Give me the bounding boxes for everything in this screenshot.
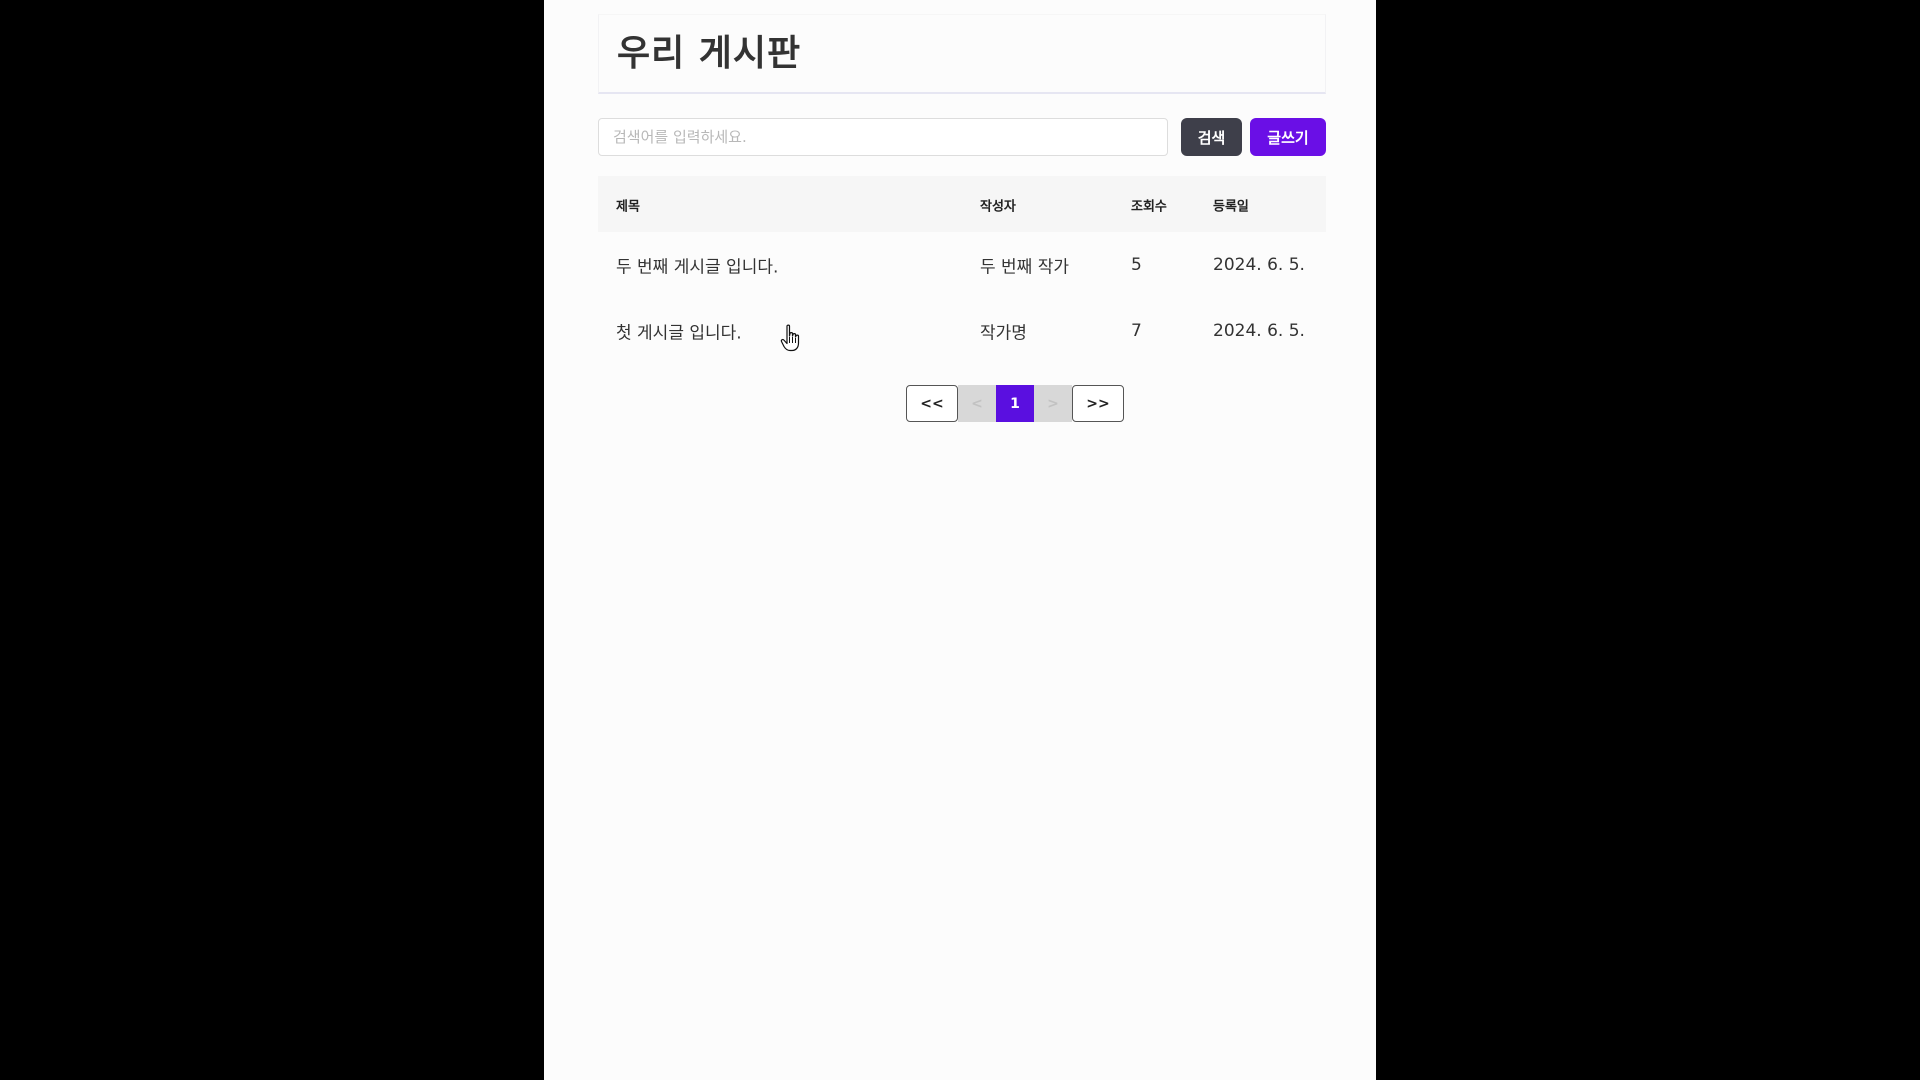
post-title-link[interactable]: 첫 게시글 입니다.: [616, 319, 742, 344]
post-views: 5: [1131, 255, 1142, 275]
post-table: 제목 작성자 조회수 등록일 두 번째 게시글 입니다. 두 번째 작가 5 2…: [598, 176, 1326, 364]
page-1-button[interactable]: 1: [996, 385, 1034, 422]
table-row[interactable]: 두 번째 게시글 입니다. 두 번째 작가 5 2024. 6. 5.: [598, 232, 1326, 298]
header-date: 등록일: [1213, 199, 1249, 215]
board-container: 우리 게시판 검색 글쓰기 제목 작성자 조회수 등록일 두 번째 게시글 입니…: [598, 0, 1326, 422]
table-row[interactable]: 첫 게시글 입니다. 작가명 7 2024. 6. 5.: [598, 298, 1326, 364]
write-button[interactable]: 글쓰기: [1250, 118, 1326, 156]
prev-page-button[interactable]: <: [958, 385, 996, 422]
search-input[interactable]: [598, 118, 1168, 156]
post-author: 작가명: [980, 323, 1027, 344]
header-views: 조회수: [1131, 199, 1167, 215]
post-date: 2024. 6. 5.: [1213, 255, 1305, 275]
post-date: 2024. 6. 5.: [1213, 321, 1305, 341]
last-page-button[interactable]: >>: [1072, 385, 1124, 422]
search-toolbar: 검색 글쓰기: [598, 118, 1326, 156]
next-page-button[interactable]: >: [1034, 385, 1072, 422]
hand-pointer-icon: [780, 324, 800, 352]
post-title-link[interactable]: 두 번째 게시글 입니다.: [616, 253, 778, 278]
post-author: 두 번째 작가: [980, 257, 1070, 278]
header-author: 작성자: [980, 199, 1016, 215]
search-button[interactable]: 검색: [1181, 118, 1242, 156]
pagination: << < 1 > >>: [906, 385, 1126, 422]
page: 우리 게시판 검색 글쓰기 제목 작성자 조회수 등록일 두 번째 게시글 입니…: [544, 0, 1376, 1080]
board-header: 우리 게시판: [598, 14, 1326, 94]
page-title: 우리 게시판: [617, 33, 802, 74]
table-header: 제목 작성자 조회수 등록일: [598, 176, 1326, 232]
header-title: 제목: [616, 199, 640, 215]
post-views: 7: [1131, 321, 1142, 341]
first-page-button[interactable]: <<: [906, 385, 958, 422]
